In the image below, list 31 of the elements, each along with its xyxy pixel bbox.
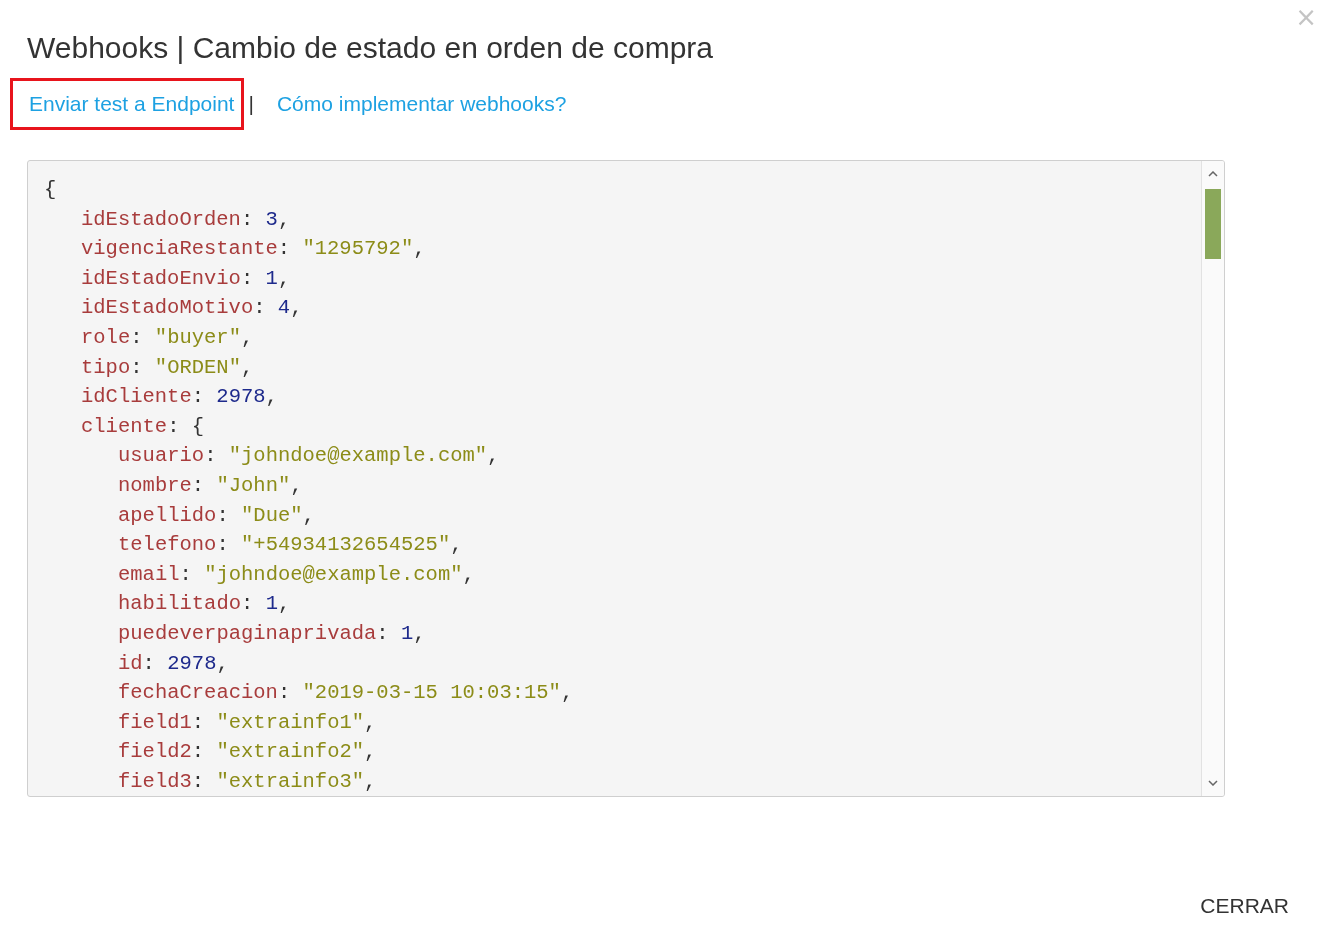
separator: | [248, 92, 254, 116]
code-line: telefono: "+54934132654525", [117, 532, 463, 559]
link[interactable]: Enviar test a Endpoint [10, 78, 245, 130]
code-line: habilitado: 1, [117, 591, 291, 618]
code-line: vigenciaRestante: "1295792", [80, 236, 426, 263]
dialog-title: Webhooks | Cambio de estado en orden de compra [27, 30, 714, 66]
code-line: idCliente: 2978, [80, 384, 278, 411]
code-line: cliente: { [80, 413, 205, 440]
code-line: email: "johndoe@example.com", [117, 561, 475, 588]
code-line: idEstadoMotivo: 4, [80, 295, 303, 322]
code-line: usuario: "johndoe@example.com", [117, 443, 500, 470]
code-line: field1: "extrainfo1", [117, 709, 377, 736]
close-button[interactable]: × [1293, 2, 1319, 32]
code-line: role: "buyer", [80, 324, 254, 351]
code-line: idEstadoEnvio: 1, [80, 265, 291, 292]
link[interactable]: Cómo implementar webhooks? [257, 78, 577, 130]
code-line: apellido: "Due", [117, 502, 315, 529]
scrollbar[interactable] [1201, 161, 1224, 796]
code-line: idEstadoOrden: 3, [80, 206, 291, 233]
code-line: { [44, 177, 57, 203]
scrollbar-thumb[interactable] [1205, 189, 1221, 259]
close-dialog-button[interactable]: CERRAR [1190, 886, 1299, 926]
code-line: nombre: "John", [117, 472, 303, 499]
scroll-up-icon[interactable] [1208, 171, 1218, 177]
code-line: field3: "extrainfo3", [117, 768, 377, 795]
code-line: field2: "extrainfo2", [117, 739, 377, 766]
code-line: tipo: "ORDEN", [80, 354, 254, 381]
code-line: fechaCreacion: "2019-03-15 10:03:15", [117, 680, 574, 707]
code-line: id: 2978, [117, 650, 229, 677]
code-line: puedeverpaginaprivada: 1, [117, 620, 426, 647]
scroll-down-icon[interactable] [1208, 780, 1218, 786]
